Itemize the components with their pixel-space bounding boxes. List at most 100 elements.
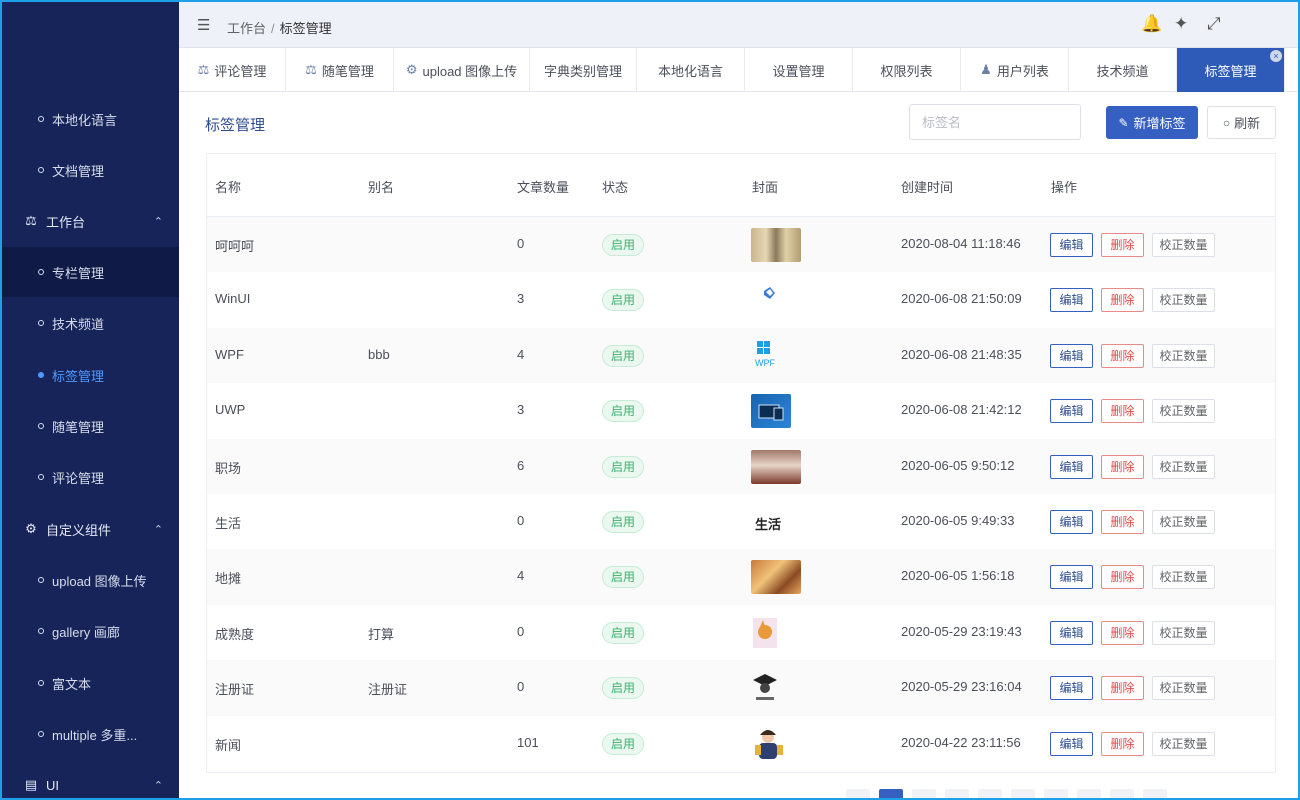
sidebar-group-ui[interactable]: ▤ UI ⌃ — [2, 760, 179, 798]
cell-created: 2020-06-08 21:48:35 — [901, 346, 1022, 362]
cell-alias: bbb — [368, 346, 390, 362]
edit-button[interactable]: 编辑 — [1050, 288, 1093, 313]
cell-name: 成熟度 — [215, 626, 255, 642]
add-tag-button[interactable]: ✎ 新增标签 — [1106, 106, 1198, 139]
delete-button[interactable]: 删除 — [1101, 620, 1144, 645]
pagination-page[interactable] — [1077, 789, 1101, 798]
tag-name-search-input[interactable] — [909, 104, 1081, 140]
tab-upload[interactable]: ⚙ upload 图像上传 — [394, 48, 530, 92]
edit-button[interactable]: 编辑 — [1050, 620, 1093, 645]
edit-button[interactable]: 编辑 — [1050, 731, 1093, 756]
recount-button[interactable]: 校正数量 — [1152, 731, 1215, 756]
sidebar-item-rich-text[interactable]: 富文本 — [2, 658, 179, 708]
tab-permissions[interactable]: 权限列表 — [853, 48, 961, 92]
bullet-icon — [38, 628, 44, 634]
table-row: 生活 0 启用 生活 2020-06-05 9:49:33 编辑 删除 校正数量 — [207, 494, 1275, 549]
recount-button[interactable]: 校正数量 — [1152, 454, 1215, 479]
cover-image — [751, 727, 801, 761]
top-header: ☰ 工作台 / 标签管理 🔔 ✦ ⤢ — [179, 2, 1298, 48]
close-icon[interactable]: × — [1270, 50, 1282, 62]
table-row: 成熟度 打算 0 启用 2020-05-29 23:19:43 编辑 删除 校正数量 — [207, 605, 1275, 660]
table-row: WPF bbb 4 启用 WPF 2020-06-08 21:48:35 编辑 删除 校正数量 — [207, 327, 1275, 384]
bullet-icon — [38, 577, 44, 583]
tab-tags[interactable]: 标签管理 × — [1177, 48, 1285, 92]
sidebar-item-essays[interactable]: 随笔管理 — [2, 401, 179, 451]
app-window: 本地化语言 文档管理 ⚖ 工作台 ⌃ 专栏管理 技术频道 标签管理 随笔管理 评论管… — [2, 2, 1298, 798]
delete-button[interactable]: 删除 — [1101, 731, 1144, 756]
sidebar-item-docs[interactable]: 文档管理 — [2, 145, 179, 195]
delete-button[interactable]: 删除 — [1101, 510, 1144, 534]
pagination-page[interactable] — [1011, 789, 1035, 798]
edit-button[interactable]: 编辑 — [1050, 565, 1093, 590]
main-content: 标签管理 ✎ 新增标签 ○刷新 名称 别名 文章数量 状态 封面 创建时间 操作 … — [179, 92, 1298, 798]
edit-button[interactable]: 编辑 — [1050, 399, 1093, 424]
delete-button[interactable]: 删除 — [1101, 454, 1144, 479]
pagination-page[interactable] — [945, 789, 969, 798]
tab-users[interactable]: ♟ 用户列表 — [961, 48, 1069, 92]
cover-image — [751, 449, 801, 484]
tab-comments[interactable]: ⚖ 评论管理 — [179, 48, 286, 92]
menu-toggle-icon[interactable]: ☰ — [197, 16, 210, 34]
recount-button[interactable]: 校正数量 — [1152, 343, 1215, 368]
edit-button[interactable]: 编辑 — [1050, 233, 1093, 257]
cell-name: 地摊 — [215, 571, 242, 587]
recount-button[interactable]: 校正数量 — [1152, 676, 1215, 701]
sidebar-group-custom-components[interactable]: ⚙ 自定义组件 ⌃ — [2, 504, 179, 554]
delete-button[interactable]: 删除 — [1101, 343, 1144, 368]
pagination-page[interactable] — [879, 789, 903, 798]
pagination-page[interactable] — [1110, 789, 1134, 798]
edit-button[interactable]: 编辑 — [1050, 676, 1093, 701]
tab-tech-channel[interactable]: 技术频道 — [1069, 48, 1177, 92]
cell-name: 呵呵呵 — [215, 239, 255, 254]
sidebar-item-columns[interactable]: 专栏管理 — [2, 247, 179, 297]
tab-dictionary[interactable]: 字典类别管理 — [530, 48, 637, 92]
breadcrumb-current: 标签管理 — [279, 21, 332, 36]
column-header-status: 状态 — [602, 180, 629, 195]
tab-settings[interactable]: 设置管理 — [745, 48, 853, 92]
cover-image — [751, 228, 801, 262]
sidebar-item-tags[interactable]: 标签管理 — [2, 350, 179, 400]
delete-button[interactable]: 删除 — [1101, 399, 1144, 424]
fullscreen-icon[interactable]: ⤢ — [1207, 14, 1221, 34]
edit-button[interactable]: 编辑 — [1050, 343, 1093, 368]
delete-button[interactable]: 删除 — [1101, 233, 1144, 257]
sidebar-item-localization[interactable]: 本地化语言 — [2, 94, 179, 144]
sidebar-item-upload[interactable]: upload 图像上传 — [2, 555, 179, 605]
column-header-name: 名称 — [215, 180, 242, 195]
refresh-button[interactable]: ○ 刷新 — [1207, 106, 1276, 139]
status-badge: 启用 — [602, 677, 645, 700]
recount-button[interactable]: 校正数量 — [1152, 288, 1215, 313]
magic-wand-icon[interactable]: ✦ — [1174, 14, 1188, 34]
status-badge: 启用 — [602, 511, 645, 533]
breadcrumb-item[interactable]: 工作台 — [227, 21, 266, 36]
sidebar-item-multiple[interactable]: multiple 多重... — [2, 709, 179, 759]
pagination-next[interactable] — [1143, 789, 1167, 798]
delete-button[interactable]: 删除 — [1101, 565, 1144, 590]
delete-button[interactable]: 删除 — [1101, 288, 1144, 313]
cell-created: 2020-06-08 21:50:09 — [901, 291, 1022, 307]
table-row: 新闻 101 启用 2020-04-22 23:11:56 编辑 删除 校正数量 — [207, 716, 1275, 771]
pagination-page[interactable] — [1044, 789, 1068, 798]
sidebar-item-gallery[interactable]: gallery 画廊 — [2, 606, 179, 656]
pagination-prev[interactable] — [846, 789, 870, 798]
sidebar-item-tech-channel[interactable]: 技术频道 — [2, 298, 179, 348]
sidebar-item-comments[interactable]: 评论管理 — [2, 452, 179, 502]
recount-button[interactable]: 校正数量 — [1152, 565, 1215, 590]
delete-button[interactable]: 删除 — [1101, 676, 1144, 701]
pagination-page[interactable] — [912, 789, 936, 798]
status-badge: 启用 — [602, 344, 645, 367]
recount-button[interactable]: 校正数量 — [1152, 620, 1215, 645]
chevron-up-icon: ⌃ — [153, 779, 163, 792]
sidebar-group-workbench[interactable]: ⚖ 工作台 ⌃ — [2, 196, 179, 246]
tab-localization[interactable]: 本地化语言 — [637, 48, 745, 92]
recount-button[interactable]: 校正数量 — [1152, 510, 1215, 534]
edit-button[interactable]: 编辑 — [1050, 454, 1093, 479]
tab-essays[interactable]: ⚖ 随笔管理 — [286, 48, 394, 92]
recount-button[interactable]: 校正数量 — [1152, 399, 1215, 424]
edit-button[interactable]: 编辑 — [1050, 510, 1093, 534]
bell-icon[interactable]: 🔔 — [1141, 14, 1162, 34]
dashboard-icon: ⚖ — [25, 213, 37, 228]
cell-name: UWP — [215, 402, 246, 418]
pagination-page[interactable] — [978, 789, 1002, 798]
recount-button[interactable]: 校正数量 — [1152, 233, 1215, 257]
